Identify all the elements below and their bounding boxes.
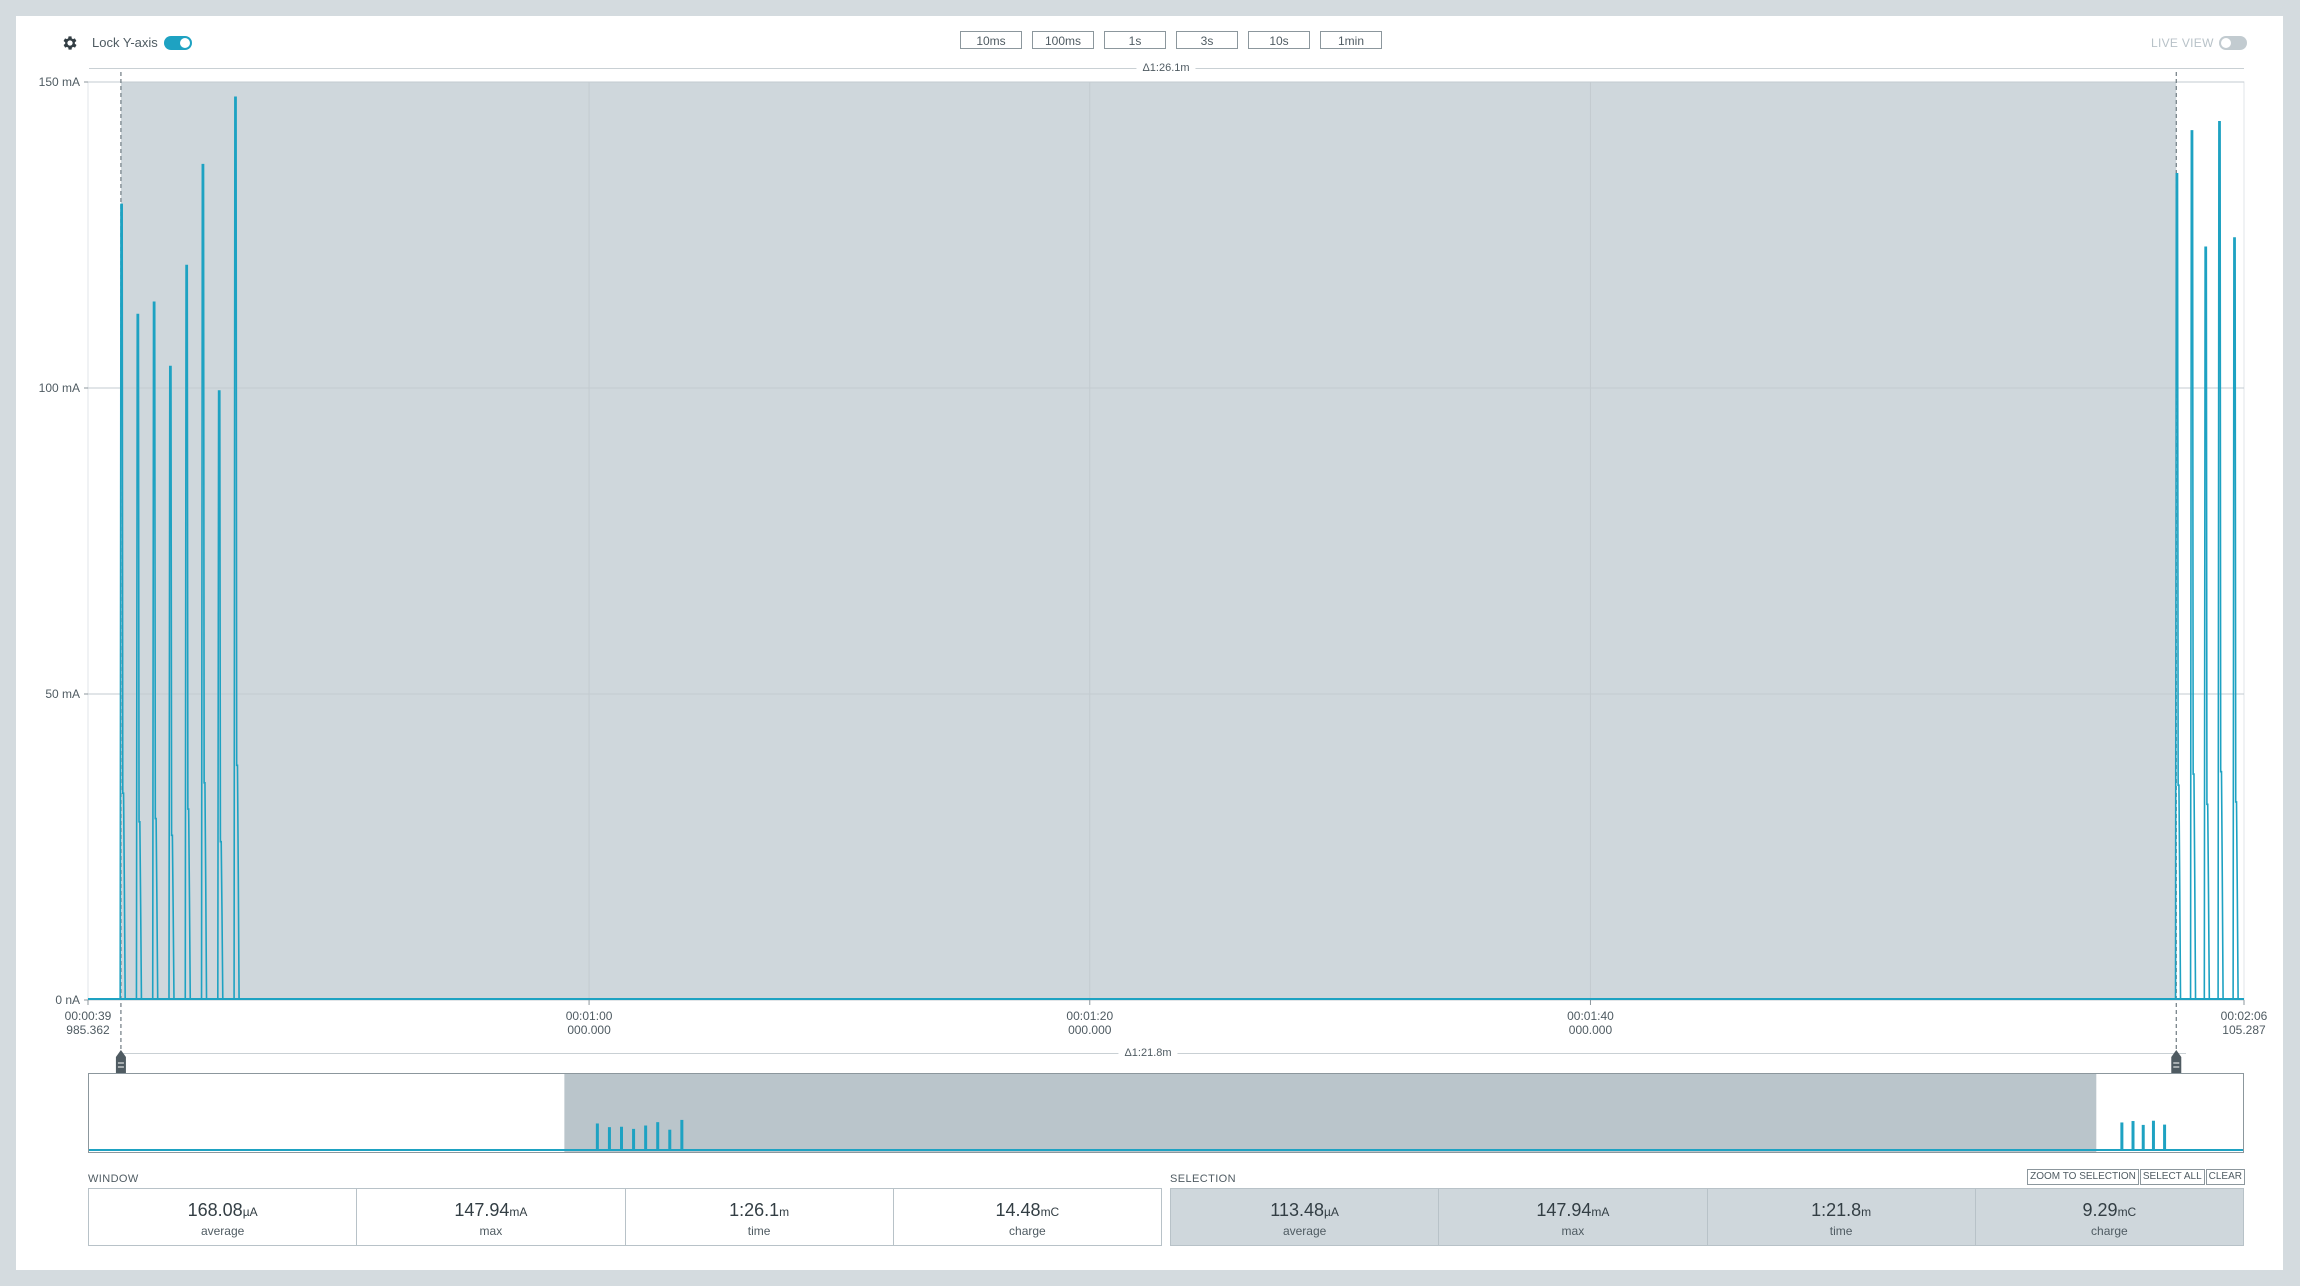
selection-max-value: 147.94 [1536,1200,1592,1220]
gear-icon[interactable] [61,34,79,52]
minimap-peak [595,1123,599,1150]
x-tick-label: 00:01:00 [566,1009,613,1023]
minimap-peak [607,1127,611,1150]
window-time-value: 1:26.1 [729,1200,780,1220]
minimap-peak [2120,1122,2124,1150]
window-button-1s[interactable]: 1s [1104,31,1166,49]
y-tick-label: 50 mA [45,687,80,701]
x-tick-label: 000.000 [1569,1023,1613,1037]
lock-y-axis-label: Lock Y-axis [92,35,158,50]
toggle-knob [180,38,190,48]
selection-time-label: time [1829,1224,1853,1238]
live-view-label: LIVE VIEW [2151,36,2214,50]
minimap-peak [2163,1124,2167,1150]
selection-stats-title: SELECTION [1170,1173,1236,1185]
x-tick-label: 105.287 [2222,1023,2266,1037]
window-time-label: time [747,1224,771,1238]
window-stats-title: WINDOW [88,1173,139,1185]
selection-max-unit: mA [1591,1205,1610,1219]
minimap-window-region[interactable] [564,1074,2097,1152]
minimap-peak [668,1129,672,1150]
selection-region[interactable] [120,82,2177,1000]
x-tick-label: 985.362 [66,1023,110,1037]
window-max-label: max [479,1224,503,1238]
selection-time-value: 1:21.8 [1811,1200,1862,1220]
minimap[interactable] [88,1073,2244,1153]
minimap-peak [2141,1124,2145,1150]
window-charge-value: 14.48 [995,1200,1041,1220]
x-tick-label: 00:02:06 [2221,1009,2268,1023]
window-charge-unit: mC [1040,1205,1060,1219]
x-tick-label: 00:01:20 [1066,1009,1113,1023]
window-button-10ms[interactable]: 10ms [960,31,1022,49]
clear-button[interactable]: CLEAR [2205,1169,2245,1185]
selection-delta-label: Δ1:21.8m [1118,1047,1178,1059]
window-time-unit: m [779,1205,790,1219]
selection-time-unit: m [1861,1205,1872,1219]
window-button-1min[interactable]: 1min [1320,31,1382,49]
window-max-value: 147.94 [454,1200,510,1220]
lock-y-axis-toggle[interactable] [164,36,192,50]
window-charge-cell: 14.48mC charge [894,1189,1161,1245]
selection-actions: ZOOM TO SELECTION SELECT ALL CLEAR [2026,1169,2245,1185]
window-time-cell: 1:26.1m time [626,1189,894,1245]
selection-max-cell: 147.94mA max [1439,1189,1708,1245]
minimap-peak [644,1125,648,1150]
minimap-peak [2151,1120,2155,1150]
window-average-label: average [200,1224,245,1238]
selection-average-value: 113.48 [1270,1200,1325,1220]
selection-charge-label: charge [2091,1224,2128,1238]
y-tick-label: 0 nA [55,993,80,1007]
x-tick-label: 00:00:39 [65,1009,112,1023]
x-tick-label: 00:01:40 [1567,1009,1614,1023]
y-tick-label: 150 mA [39,75,80,89]
window-button-10s[interactable]: 10s [1248,31,1310,49]
window-average-value: 168.08 [187,1200,243,1220]
minimap-plot[interactable] [89,1074,2243,1152]
window-average-unit: µA [242,1205,258,1219]
window-average-cell: 168.08µA average [89,1189,358,1245]
minimap-peak [656,1122,660,1150]
selection-charge-unit: mC [2117,1205,2137,1219]
selection-average-cell: 113.48µA average [1171,1189,1440,1245]
live-view-toggle[interactable] [2219,36,2247,50]
window-button-3s[interactable]: 3s [1176,31,1238,49]
toggle-knob [2221,38,2231,48]
minimap-peak [2131,1121,2135,1150]
power-profiler-page: Lock Y-axis 10ms 100ms 1s 3s 10s 1min LI… [16,16,2283,1270]
selection-time-cell: 1:21.8m time [1708,1189,1976,1245]
window-delta-label: Δ1:26.1m [1136,62,1196,74]
select-all-button[interactable]: SELECT ALL [2139,1169,2205,1185]
x-tick-label: 000.000 [567,1023,611,1037]
window-button-100ms[interactable]: 100ms [1032,31,1094,49]
window-charge-label: charge [1009,1224,1046,1238]
minimap-peak [680,1119,684,1150]
selection-max-label: max [1561,1224,1585,1238]
selection-average-label: average [1282,1224,1327,1238]
x-tick-label: 000.000 [1068,1023,1112,1037]
y-tick-label: 100 mA [39,381,80,395]
minimap-peak [632,1128,636,1150]
zoom-to-selection-button[interactable]: ZOOM TO SELECTION [2027,1169,2139,1185]
selection-average-unit: µA [1324,1205,1339,1219]
window-max-cell: 147.94mA max [357,1189,626,1245]
selection-charge-value: 9.29 [2082,1200,2118,1220]
selection-charge-cell: 9.29mC charge [1976,1189,2243,1245]
window-max-unit: mA [509,1205,528,1219]
minimap-peak [620,1126,624,1150]
window-stats-panel: 168.08µA average 147.94mA max 1:26.1m ti… [88,1188,1162,1246]
selection-stats-panel: 113.48µA average 147.94mA max 1:21.8m ti… [1170,1188,2244,1246]
